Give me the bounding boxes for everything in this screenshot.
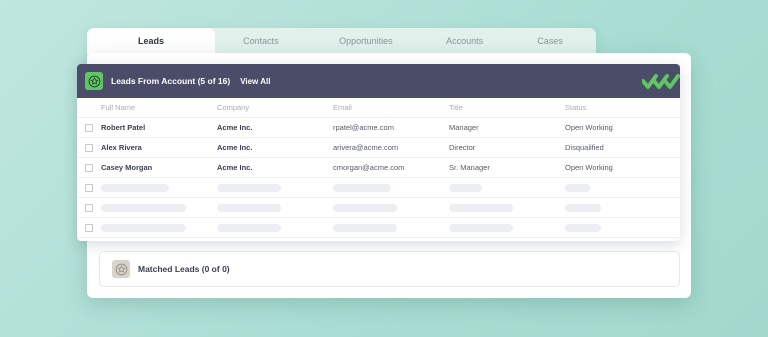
placeholder-bar [101, 183, 169, 192]
placeholder-bar [217, 183, 281, 192]
column-header-company[interactable]: Company [217, 103, 333, 112]
lead-email: cmorgan@acme.com [333, 163, 405, 172]
tab-leads[interactable]: Leads [87, 28, 215, 54]
placeholder-bar [101, 223, 186, 232]
tab-opportunities[interactable]: Opportunities [307, 28, 425, 54]
lead-company: Acme Inc. [217, 143, 253, 152]
column-header-full-name[interactable]: Full Name [101, 103, 217, 112]
lead-status: Open Working [565, 163, 613, 172]
placeholder-bar [217, 223, 281, 232]
leads-panel-header: Leads From Account (5 of 16) View All [77, 64, 680, 98]
lead-company: Acme Inc. [217, 163, 253, 172]
row-checkbox[interactable] [85, 143, 93, 152]
row-checkbox[interactable] [85, 163, 93, 172]
tab-bar: Leads Contacts Opportunities Accounts Ca… [87, 28, 596, 54]
matched-leads-title: Matched Leads (0 of 0) [138, 264, 230, 274]
table-row[interactable]: Alex Rivera Acme Inc. arivera@acme.com D… [77, 138, 680, 158]
lead-title: Manager [449, 123, 479, 132]
placeholder-bar [333, 203, 397, 212]
placeholder-bar [565, 183, 590, 192]
row-checkbox[interactable] [85, 123, 93, 132]
tab-contacts[interactable]: Contacts [215, 28, 307, 54]
lead-status: Open Working [565, 123, 613, 132]
placeholder-bar [565, 203, 601, 212]
placeholder-row [77, 218, 680, 238]
column-header-title[interactable]: Title [449, 103, 565, 112]
matched-leads-panel[interactable]: Matched Leads (0 of 0) [99, 251, 680, 287]
table-header: Full Name Company Email Title Status [77, 98, 680, 118]
placeholder-bar [449, 223, 513, 232]
lead-email: rpatel@acme.com [333, 123, 394, 132]
lead-status: Disqualified [565, 143, 604, 152]
placeholder-bar [565, 223, 601, 232]
table-row[interactable]: Robert Patel Acme Inc. rpatel@acme.com M… [77, 118, 680, 138]
lead-name[interactable]: Casey Morgan [101, 163, 217, 172]
placeholder-row [77, 178, 680, 198]
checkmarks-logo-icon [642, 74, 680, 89]
lead-name[interactable]: Robert Patel [101, 123, 217, 132]
table-row[interactable]: Casey Morgan Acme Inc. cmorgan@acme.com … [77, 158, 680, 178]
placeholder-row [77, 198, 680, 218]
star-person-icon [112, 260, 130, 278]
placeholder-bar [449, 203, 513, 212]
leads-panel-title: Leads From Account (5 of 16) [111, 76, 231, 86]
placeholder-bar [449, 183, 482, 192]
lead-name[interactable]: Alex Rivera [101, 143, 217, 152]
lead-title: Director [449, 143, 476, 152]
tab-cases[interactable]: Cases [504, 28, 596, 54]
row-checkbox[interactable] [85, 183, 93, 192]
column-header-status[interactable]: Status [565, 103, 671, 112]
column-header-email[interactable]: Email [333, 103, 449, 112]
placeholder-bar [101, 203, 186, 212]
leads-from-account-panel: Leads From Account (5 of 16) View All Fu… [77, 64, 680, 241]
view-all-link[interactable]: View All [240, 77, 270, 86]
lead-title: Sr. Manager [449, 163, 490, 172]
lead-email: arivera@acme.com [333, 143, 399, 152]
placeholder-bar [333, 223, 397, 232]
lead-company: Acme Inc. [217, 123, 253, 132]
placeholder-bar [333, 183, 391, 192]
row-checkbox[interactable] [85, 223, 93, 232]
tab-accounts[interactable]: Accounts [425, 28, 504, 54]
row-checkbox[interactable] [85, 203, 93, 212]
star-person-icon [85, 72, 103, 90]
placeholder-bar [217, 203, 281, 212]
